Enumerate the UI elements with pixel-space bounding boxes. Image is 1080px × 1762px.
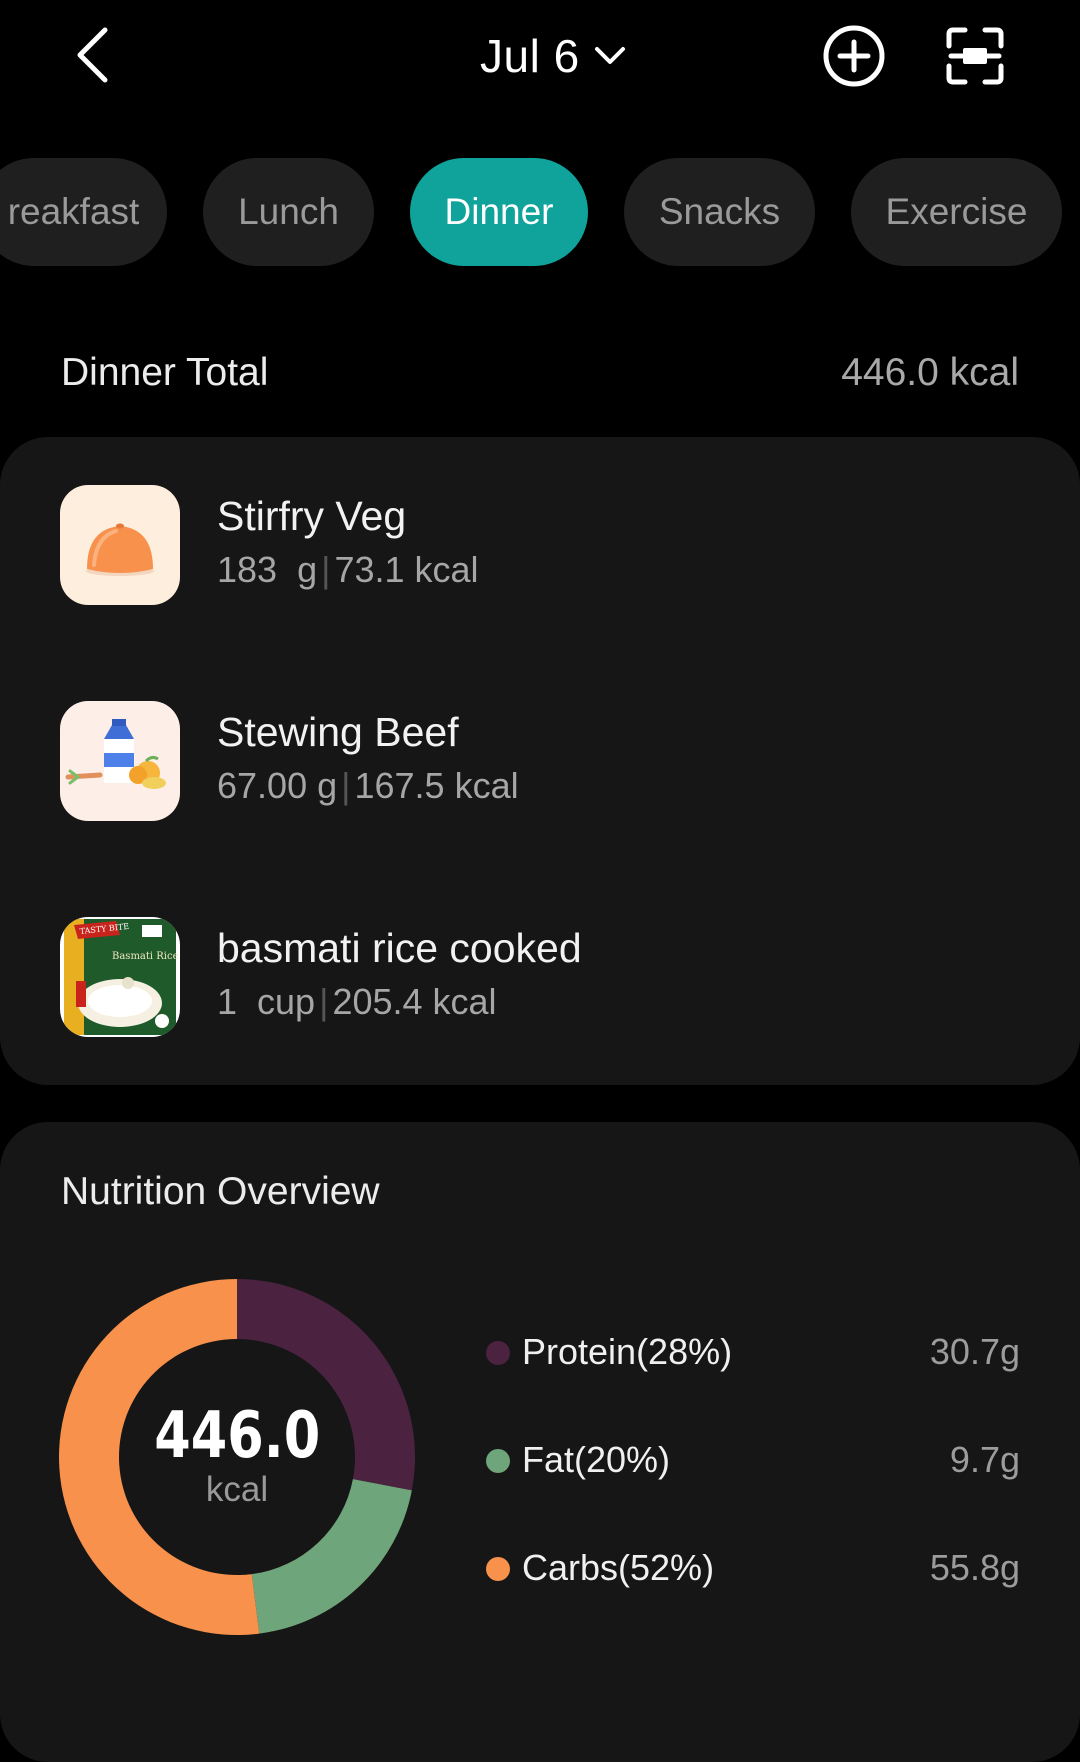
date-picker[interactable]: Jul 6 — [480, 24, 626, 88]
meal-tabs: reakfast Lunch Dinner Snacks Exercise — [0, 158, 1080, 266]
food-thumbnail: TASTY BITE Basmati Rice — [60, 917, 180, 1037]
legend-label: Protein(28%) — [522, 1331, 733, 1372]
add-food-button[interactable] — [822, 24, 886, 88]
food-meta: 183 g | 73.1 kcal — [217, 549, 479, 591]
nutrition-title: Nutrition Overview — [61, 1170, 380, 1213]
food-item[interactable]: Stewing Beef 67.00 g | 167.5 kcal — [60, 701, 1020, 821]
food-thumbnail — [60, 485, 180, 605]
food-meta: 67.00 g | 167.5 kcal — [217, 765, 519, 807]
donut-center: 446.0 kcal — [59, 1279, 415, 1635]
legend-dot — [486, 1449, 510, 1473]
meal-total-value: 446.0 kcal — [841, 351, 1019, 394]
food-name: basmati rice cooked — [217, 925, 582, 971]
top-bar: Jul 6 — [0, 0, 1080, 112]
tab-breakfast[interactable]: reakfast — [0, 158, 167, 266]
tab-lunch[interactable]: Lunch — [203, 158, 374, 266]
legend-value: 55.8g — [929, 1547, 1020, 1588]
legend-value: 9.7g — [949, 1439, 1020, 1480]
food-thumbnail — [60, 701, 180, 821]
separator: | — [321, 549, 331, 590]
grocery-milk-vegetables-icon — [65, 719, 166, 789]
legend-dot — [486, 1557, 510, 1581]
food-list-card: Stirfry Veg 183 g | 73.1 kcal Stewing Beef… — [0, 437, 1080, 1085]
food-kcal: 205.4 kcal — [332, 981, 497, 1022]
legend-value: 30.7g — [929, 1331, 1020, 1372]
food-amount: 183 g — [217, 549, 318, 590]
date-label: Jul 6 — [480, 30, 580, 82]
legend-row-carbs: Carbs(52%) 55.8g — [484, 1539, 1020, 1595]
food-item[interactable]: Stirfry Veg 183 g | 73.1 kcal — [60, 485, 1020, 605]
plus-circle-icon — [823, 25, 885, 87]
scan-icon — [946, 27, 1004, 85]
meal-total-label: Dinner Total — [61, 351, 269, 394]
separator: | — [341, 765, 351, 806]
scan-button[interactable] — [944, 24, 1006, 88]
food-amount: 1 cup — [217, 981, 316, 1022]
donut-total-value: 446.0 — [154, 1398, 320, 1473]
tab-exercise[interactable]: Exercise — [851, 158, 1062, 266]
food-meta: 1 cup | 205.4 kcal — [217, 981, 497, 1023]
donut-total-unit: kcal — [205, 1469, 269, 1509]
legend-dot — [486, 1341, 510, 1365]
nutrition-overview-card: Nutrition Overview 446.0 kcal Protein(28… — [0, 1122, 1080, 1762]
legend-row-protein: Protein(28%) 30.7g — [484, 1323, 1020, 1379]
orange-dome-icon — [86, 523, 154, 576]
food-kcal: 73.1 kcal — [334, 549, 479, 590]
legend-label: Carbs(52%) — [522, 1547, 715, 1588]
rice-package-photo: TASTY BITE Basmati Rice — [64, 919, 179, 1035]
tab-dinner[interactable]: Dinner — [410, 158, 588, 266]
legend-label: Fat(20%) — [522, 1439, 671, 1480]
food-name: Stewing Beef — [217, 709, 459, 755]
svg-text:Basmati Rice: Basmati Rice — [112, 951, 179, 962]
food-kcal: 167.5 kcal — [354, 765, 519, 806]
separator: | — [319, 981, 329, 1022]
tab-snacks[interactable]: Snacks — [624, 158, 815, 266]
food-item[interactable]: TASTY BITE Basmati Rice basmati rice coo… — [60, 917, 1020, 1037]
chevron-left-icon — [77, 27, 108, 83]
food-amount: 67.00 g — [217, 765, 338, 806]
legend-row-fat: Fat(20%) 9.7g — [484, 1431, 1020, 1487]
meal-total-row: Dinner Total 446.0 kcal — [61, 345, 1019, 405]
food-name: Stirfry Veg — [217, 493, 407, 539]
back-button[interactable] — [62, 22, 122, 88]
chevron-down-icon — [594, 47, 625, 64]
